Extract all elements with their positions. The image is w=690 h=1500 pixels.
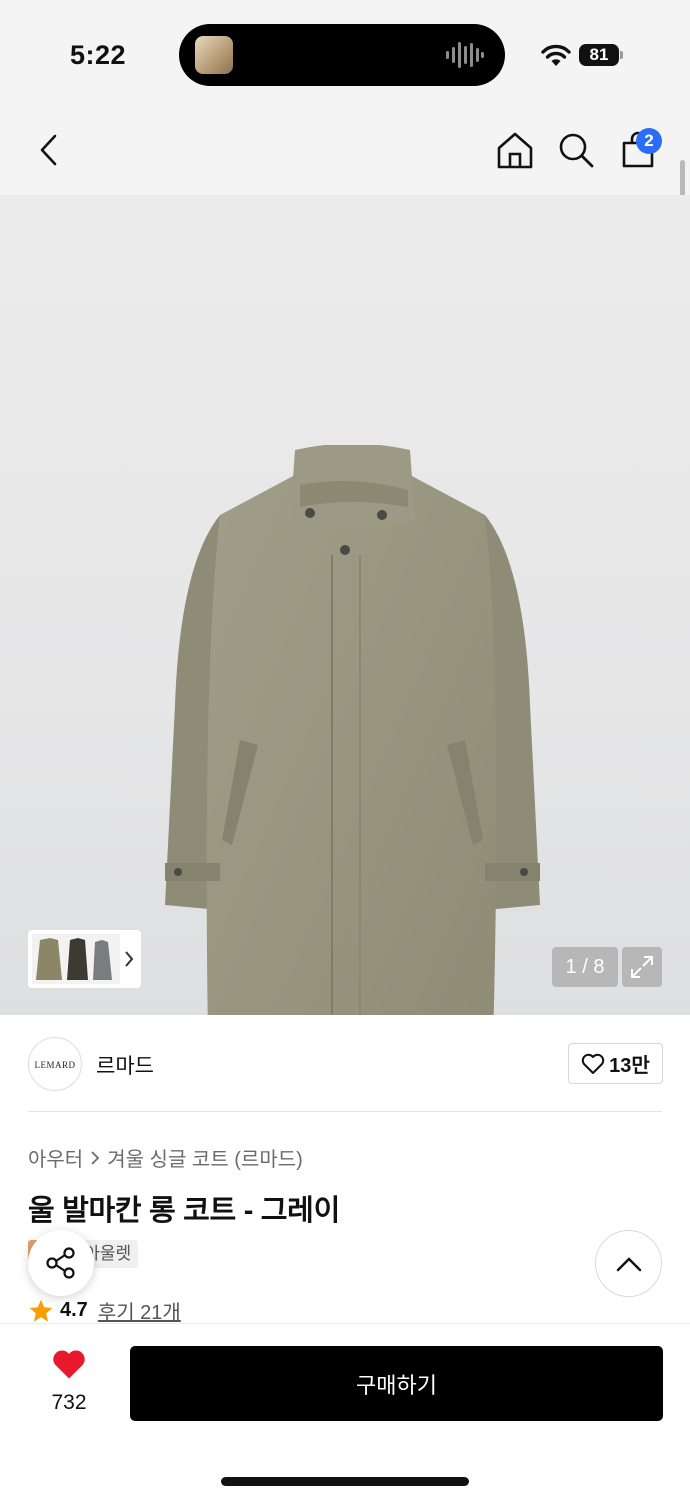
brand-like-button[interactable]: 13만 — [568, 1043, 663, 1084]
home-icon — [497, 132, 533, 169]
breadcrumb-item-category[interactable]: 겨울 싱글 코트 (르마드) — [107, 1143, 303, 1172]
brand-logo[interactable]: LEMARD — [28, 1037, 82, 1091]
section-divider — [28, 1111, 662, 1112]
star-icon — [29, 1299, 53, 1322]
back-button[interactable] — [26, 127, 72, 173]
chevron-left-icon — [40, 134, 57, 166]
share-icon — [46, 1247, 75, 1279]
battery-indicator: 81 — [579, 44, 619, 66]
heart-outline-icon — [581, 1053, 605, 1074]
wishlist-button[interactable]: 732 — [38, 1348, 100, 1415]
status-time: 5:22 — [70, 40, 127, 70]
audio-wave-icon — [446, 42, 484, 68]
rating-row: 4.7 후기 21개 — [28, 1296, 181, 1325]
color-thumbnail-strip[interactable] — [28, 930, 141, 988]
image-counter: 1 / 8 — [552, 947, 618, 987]
brand-like-count: 13만 — [609, 1055, 650, 1077]
home-indicator — [221, 1477, 469, 1486]
scroll-to-top-button[interactable] — [595, 1230, 662, 1297]
rating-score: 4.7 — [60, 1299, 88, 1321]
now-playing-thumbnail — [195, 36, 233, 74]
share-button[interactable] — [28, 1230, 94, 1296]
chevron-right-icon — [91, 1150, 100, 1165]
home-button[interactable] — [492, 127, 538, 173]
battery-tip — [620, 51, 623, 59]
product-detail-page: 5:22 81 2 1 / 8 LEMARD 르마드 13만 아우터 겨울 싱글… — [0, 0, 690, 1500]
heart-filled-icon — [53, 1350, 85, 1379]
fullscreen-button[interactable] — [622, 947, 662, 987]
search-icon — [559, 133, 594, 168]
product-title: 울 발마칸 롱 코트 - 그레이 — [28, 1195, 340, 1227]
status-bar: 5:22 81 — [0, 0, 690, 105]
breadcrumb-item-outer[interactable]: 아우터 — [28, 1143, 83, 1172]
cart-count-badge: 2 — [636, 128, 662, 154]
wishlist-count: 732 — [51, 1391, 87, 1414]
top-navigation — [0, 105, 690, 195]
chevron-up-icon — [616, 1256, 641, 1271]
product-image — [165, 445, 540, 1015]
search-button[interactable] — [553, 127, 599, 173]
expand-icon — [631, 956, 653, 978]
dynamic-island[interactable] — [179, 24, 505, 86]
buy-button[interactable]: 구매하기 — [130, 1346, 663, 1421]
breadcrumb: 아우터 겨울 싱글 코트 (르마드) — [28, 1143, 303, 1172]
review-link[interactable]: 후기 21개 — [98, 1296, 181, 1325]
product-image-gallery[interactable]: 1 / 8 — [0, 195, 690, 1015]
brand-name[interactable]: 르마드 — [96, 1050, 154, 1080]
color-thumbnails — [32, 934, 134, 984]
wifi-icon — [541, 44, 571, 66]
